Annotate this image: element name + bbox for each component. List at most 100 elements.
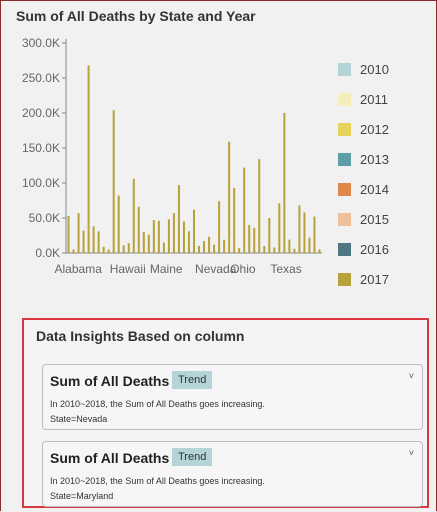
- legend-swatch: [338, 182, 351, 196]
- insight-filter: State=Maryland: [50, 491, 114, 501]
- bar-tennessee[interactable]: [278, 203, 281, 253]
- bar-new-mexico[interactable]: [223, 239, 226, 253]
- trend-badge: Trend: [172, 448, 213, 466]
- bar-mississippi[interactable]: [187, 231, 190, 253]
- x-tick-label: Alabama: [55, 262, 103, 276]
- x-tick-label: Hawaii: [110, 262, 146, 276]
- trend-badge: Trend: [172, 371, 213, 389]
- legend-item-2015[interactable]: 2015: [338, 204, 389, 234]
- legend-label: 2010: [360, 61, 389, 77]
- bar-massachusetts[interactable]: [172, 213, 175, 253]
- bar-minnesota[interactable]: [182, 221, 185, 254]
- bar-indiana[interactable]: [137, 206, 140, 253]
- bar-illinois[interactable]: [132, 178, 135, 253]
- bar-hawaii[interactable]: [122, 245, 125, 253]
- insights-title: Data Insights Based on column: [36, 328, 245, 344]
- legend-item-2014[interactable]: 2014: [338, 174, 389, 204]
- insight-card-title: Sum of All Deaths: [50, 373, 170, 389]
- legend-swatch: [338, 92, 351, 106]
- bar-arizona[interactable]: [77, 213, 80, 253]
- legend-label: 2016: [360, 241, 389, 257]
- bar-virginia[interactable]: [298, 205, 301, 253]
- legend-swatch: [338, 242, 351, 256]
- chart-panel: Sum of All Deaths by State and Year 0.0K…: [6, 2, 430, 290]
- bar-new-hampshire[interactable]: [213, 244, 216, 253]
- bar-kansas[interactable]: [147, 234, 150, 253]
- chevron-down-icon[interactable]: ˅: [409, 371, 414, 381]
- bar-west-virginia[interactable]: [308, 237, 311, 253]
- bar-florida[interactable]: [112, 110, 115, 253]
- chart-legend: 2010 2011 2012 2013 2014 2015 2016 2017: [338, 54, 389, 294]
- legend-swatch: [338, 62, 351, 76]
- data-insights-panel: Data Insights Based on column Sum of All…: [22, 318, 429, 508]
- bar-delaware[interactable]: [102, 246, 105, 253]
- bar-nevada[interactable]: [208, 236, 211, 253]
- insight-card[interactable]: Sum of All Deaths Trend ˅ In 2010~2018, …: [42, 441, 423, 507]
- bar-arkansas[interactable]: [82, 230, 85, 253]
- legend-label: 2011: [360, 91, 388, 107]
- legend-item-2016[interactable]: 2016: [338, 234, 389, 264]
- legend-swatch: [338, 152, 351, 166]
- legend-swatch: [338, 122, 351, 136]
- insight-description: In 2010~2018, the Sum of All Deaths goes…: [50, 399, 265, 409]
- bar-georgia[interactable]: [117, 195, 120, 253]
- bar-chart[interactable]: 0.0K 50.0K 100.0K 150.0K 200.0K 250.0K 300.0K A…: [6, 2, 336, 290]
- legend-label: 2013: [360, 151, 389, 167]
- bar-washington[interactable]: [303, 212, 306, 253]
- bar-colorado[interactable]: [92, 226, 95, 253]
- legend-label: 2012: [360, 121, 389, 137]
- bar-maine[interactable]: [162, 242, 165, 254]
- bar-maryland[interactable]: [167, 219, 170, 253]
- legend-swatch: [338, 212, 351, 226]
- legend-swatch: [338, 272, 351, 286]
- bar-north-dakota[interactable]: [238, 248, 241, 253]
- legend-item-2017[interactable]: 2017: [338, 264, 389, 294]
- legend-label: 2015: [360, 211, 389, 227]
- bar-south-carolina[interactable]: [268, 218, 271, 253]
- bar-wisconsin[interactable]: [313, 216, 316, 253]
- bar-idaho[interactable]: [127, 243, 130, 253]
- insight-card-title: Sum of All Deaths: [50, 450, 170, 466]
- bar-connecticut[interactable]: [97, 231, 100, 253]
- y-tick-label: 150.0K: [22, 141, 60, 155]
- legend-item-2013[interactable]: 2013: [338, 144, 389, 174]
- bar-oklahoma[interactable]: [248, 225, 251, 253]
- y-tick-label: 250.0K: [22, 71, 60, 85]
- bar-alaska[interactable]: [72, 249, 75, 254]
- bar-north-carolina[interactable]: [233, 187, 236, 253]
- chevron-down-icon[interactable]: ˅: [409, 448, 414, 458]
- bar-iowa[interactable]: [142, 232, 145, 253]
- bar-montana[interactable]: [198, 246, 201, 253]
- legend-item-2010[interactable]: 2010: [338, 54, 389, 84]
- y-tick-label: 100.0K: [22, 176, 60, 190]
- bar-louisiana[interactable]: [157, 220, 160, 253]
- bar-south-dakota[interactable]: [273, 247, 276, 253]
- y-tick-label: 50.0K: [29, 211, 60, 225]
- legend-item-2011[interactable]: 2011: [338, 84, 389, 114]
- insight-card[interactable]: Sum of All Deaths Trend ˅ In 2010~2018, …: [42, 364, 423, 430]
- legend-item-2012[interactable]: 2012: [338, 114, 389, 144]
- bar-nebraska[interactable]: [203, 241, 206, 253]
- bar-vermont[interactable]: [293, 248, 296, 253]
- bar-alabama[interactable]: [67, 215, 70, 253]
- bar-texas[interactable]: [283, 113, 286, 253]
- bar-ohio[interactable]: [243, 167, 246, 253]
- bar-new-jersey[interactable]: [218, 201, 221, 253]
- insight-description: In 2010~2018, the Sum of All Deaths goes…: [50, 476, 265, 486]
- x-tick-label: Ohio: [230, 262, 256, 276]
- bar-missouri[interactable]: [192, 209, 196, 253]
- bar-district-of-columbia[interactable]: [107, 249, 110, 254]
- bar-new-york[interactable]: [228, 141, 231, 253]
- insight-filter: State=Nevada: [50, 414, 108, 424]
- bar-rhode-island[interactable]: [263, 246, 266, 253]
- x-tick-label: Maine: [150, 262, 183, 276]
- legend-label: 2014: [360, 181, 389, 197]
- bar-kentucky[interactable]: [152, 220, 155, 253]
- bar-pennsylvania[interactable]: [258, 159, 261, 253]
- y-tick-label: 0.0K: [35, 246, 60, 260]
- bar-wyoming[interactable]: [318, 249, 321, 254]
- bar-california[interactable]: [87, 65, 90, 254]
- bar-michigan[interactable]: [177, 185, 180, 253]
- bar-utah[interactable]: [288, 239, 291, 253]
- bar-oregon[interactable]: [253, 227, 256, 253]
